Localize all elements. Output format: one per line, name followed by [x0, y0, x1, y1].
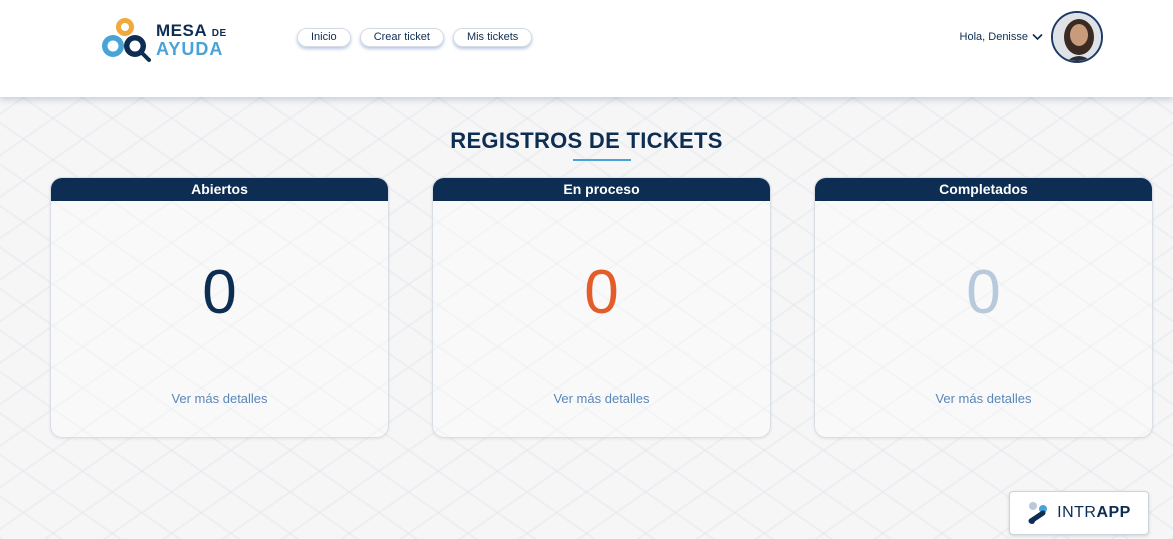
intrapp-brand-badge[interactable]: INTRAPP [1009, 491, 1149, 535]
intrapp-brand-text: INTRAPP [1057, 504, 1131, 521]
user-greeting[interactable]: Hola, Denisse [960, 31, 1043, 43]
top-header: MESA DE AYUDA Inicio Crear ticket Mis ti… [0, 0, 1173, 97]
user-avatar-icon [1053, 13, 1101, 61]
main-nav: Inicio Crear ticket Mis tickets [297, 28, 533, 47]
user-avatar[interactable] [1051, 11, 1103, 63]
main-content: REGISTROS DE TICKETS Abiertos 0 Ver más … [0, 97, 1173, 539]
nav-crear-ticket-button[interactable]: Crear ticket [359, 28, 444, 47]
nav-inicio-button[interactable]: Inicio [297, 28, 351, 47]
mesa-de-ayuda-logo[interactable]: MESA DE AYUDA [100, 13, 240, 63]
ver-mas-detalles-link[interactable]: Ver más detalles [815, 391, 1152, 406]
ticket-count: 0 [202, 258, 237, 327]
intrapp-logo-icon [1028, 502, 1048, 524]
ver-mas-detalles-link[interactable]: Ver más detalles [433, 391, 770, 406]
card-en-proceso: En proceso 0 Ver más detalles [432, 177, 771, 438]
card-completados: Completados 0 Ver más detalles [814, 177, 1153, 438]
ticket-count: 0 [584, 258, 619, 327]
logo-ayuda-text: AYUDA [156, 39, 224, 59]
card-header: En proceso [433, 178, 770, 201]
user-greeting-text: Hola, Denisse [959, 31, 1028, 43]
page-title: REGISTROS DE TICKETS [450, 128, 723, 153]
card-abiertos: Abiertos 0 Ver más detalles [50, 177, 389, 438]
ver-mas-detalles-link[interactable]: Ver más detalles [51, 391, 388, 406]
nav-mis-tickets-button[interactable]: Mis tickets [452, 28, 533, 47]
user-menu[interactable]: Hola, Denisse [960, 11, 1103, 63]
ticket-count: 0 [966, 258, 1001, 327]
card-header: Completados [815, 178, 1152, 201]
logo-mesa-text: MESA DE [156, 21, 227, 40]
chat-bubbles-logo-icon [102, 18, 151, 62]
chevron-down-icon [1032, 33, 1043, 41]
title-underline [573, 159, 631, 161]
card-header: Abiertos [51, 178, 388, 201]
